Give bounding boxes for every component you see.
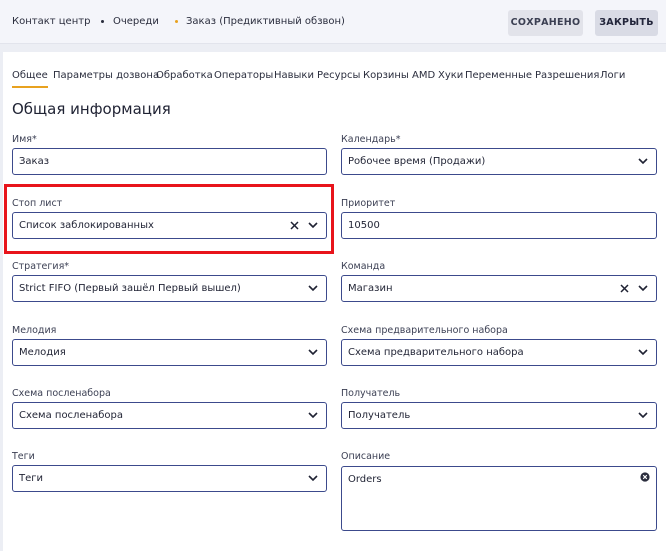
chevron-down-icon	[308, 475, 318, 482]
priority-input[interactable]: 10500	[341, 212, 657, 239]
breadcrumb-item-queues[interactable]: Очереди	[113, 16, 159, 27]
close-button[interactable]: ЗАКРЫТЬ	[595, 10, 658, 36]
postdial-label: Схема посленабора	[12, 388, 111, 399]
description-value: Orders	[348, 474, 382, 485]
chevron-down-icon	[308, 285, 318, 292]
tags-label: Теги	[12, 451, 35, 462]
recipient-select[interactable]: Получатель	[341, 402, 657, 429]
strategy-select[interactable]: Strict FIFO (Первый зашёл Первый вышел)	[12, 275, 327, 302]
team-value: Магазин	[348, 283, 393, 294]
priority-value: 10500	[348, 220, 380, 231]
saved-button[interactable]: СОХРАНЕНО	[508, 10, 583, 36]
clear-icon[interactable]	[619, 283, 630, 294]
tab-hooks[interactable]: Хуки	[438, 70, 463, 81]
breadcrumb-separator-active	[175, 20, 178, 23]
strategy-value: Strict FIFO (Первый зашёл Первый вышел)	[19, 283, 241, 294]
postdial-value: Схема посленабора	[19, 410, 124, 421]
tab-general[interactable]: Общее	[12, 70, 48, 81]
tab-resources[interactable]: Ресурсы	[317, 70, 360, 81]
calendar-value: Робочее время (Продажи)	[348, 156, 486, 167]
tab-skills[interactable]: Навыки	[274, 70, 314, 81]
recipient-label: Получатель	[341, 388, 401, 399]
predial-value: Схема предварительного набора	[348, 347, 524, 358]
postdial-select[interactable]: Схема посленабора	[12, 402, 327, 429]
strategy-label: Стратегия*	[12, 261, 70, 272]
section-title: Общая информация	[12, 100, 171, 118]
recipient-value: Получатель	[348, 410, 411, 421]
team-select[interactable]: Магазин	[341, 275, 657, 302]
tags-value: Теги	[19, 473, 44, 484]
tab-variables[interactable]: Переменные	[465, 70, 532, 81]
tab-logs[interactable]: Логи	[600, 70, 625, 81]
chevron-down-icon	[638, 158, 648, 165]
team-label: Команда	[341, 261, 386, 272]
predial-label: Схема предварительного набора	[341, 325, 508, 336]
highlight-box	[4, 184, 334, 254]
active-tab-indicator	[12, 86, 48, 88]
melody-select[interactable]: Мелодия	[12, 339, 327, 366]
chevron-down-icon	[308, 412, 318, 419]
melody-value: Мелодия	[19, 347, 66, 358]
predial-select[interactable]: Схема предварительного набора	[341, 339, 657, 366]
tab-permissions[interactable]: Разрешения	[535, 70, 599, 81]
description-label: Описание	[341, 451, 391, 462]
breadcrumb-item-current: Заказ (Предиктивный обзвон)	[186, 16, 345, 27]
priority-label: Приоритет	[341, 198, 396, 209]
calendar-select[interactable]: Робочее время (Продажи)	[341, 148, 657, 175]
melody-label: Мелодия	[12, 325, 57, 336]
calendar-label: Календарь*	[341, 134, 401, 145]
chevron-down-icon	[308, 349, 318, 356]
name-label: Имя*	[12, 134, 37, 145]
tab-processing[interactable]: Обработка	[156, 70, 213, 81]
chevron-down-icon	[638, 412, 648, 419]
tab-operators[interactable]: Операторы	[214, 70, 273, 81]
tags-select[interactable]: Теги	[12, 465, 327, 492]
tab-dial-params[interactable]: Параметры дозвона	[53, 70, 159, 81]
top-bar: Контакт центр Очереди Заказ (Предиктивны…	[0, 0, 666, 44]
chevron-down-icon	[638, 285, 648, 292]
chevron-down-icon	[638, 349, 648, 356]
name-input[interactable]: Заказ	[12, 148, 327, 175]
name-value: Заказ	[19, 156, 50, 167]
breadcrumb-separator	[101, 20, 104, 23]
tab-amd-baskets[interactable]: Корзины AMD	[363, 70, 435, 81]
description-textarea[interactable]: Orders	[341, 466, 657, 531]
breadcrumb-item-contact-center[interactable]: Контакт центр	[12, 16, 90, 27]
clear-circle-icon[interactable]	[640, 472, 650, 482]
